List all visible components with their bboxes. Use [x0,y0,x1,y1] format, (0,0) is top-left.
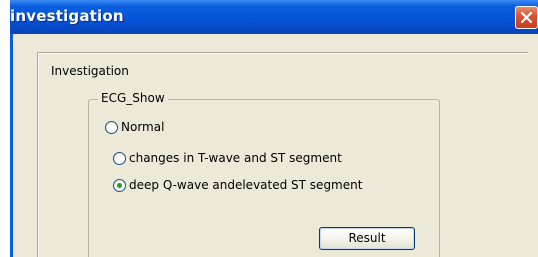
window-title: investigation [10,7,124,25]
radio-label-normal: Normal [121,120,165,134]
radio-button-normal[interactable] [105,120,118,134]
radio-label-t-wave-st-changes: changes in T-wave and ST segment [129,151,342,165]
window-left-border [10,34,13,257]
radio-option-deep-q-wave[interactable]: deep Q-wave andelevated ST segment [113,178,362,192]
close-x-icon [520,11,533,24]
radio-option-normal[interactable]: Normal [105,120,164,134]
radio-button-deep-q-wave[interactable] [113,178,126,192]
groupbox-legend: ECG_Show [98,91,168,105]
title-bar[interactable]: investigation [10,0,538,34]
radio-option-t-wave-st-changes[interactable]: changes in T-wave and ST segment [113,151,342,165]
panel-label: Investigation [51,64,129,78]
close-button[interactable] [515,6,538,29]
radio-label-deep-q-wave: deep Q-wave andelevated ST segment [129,178,363,192]
result-button[interactable]: Result [319,227,415,250]
radio-button-t-wave-st-changes[interactable] [113,151,126,165]
